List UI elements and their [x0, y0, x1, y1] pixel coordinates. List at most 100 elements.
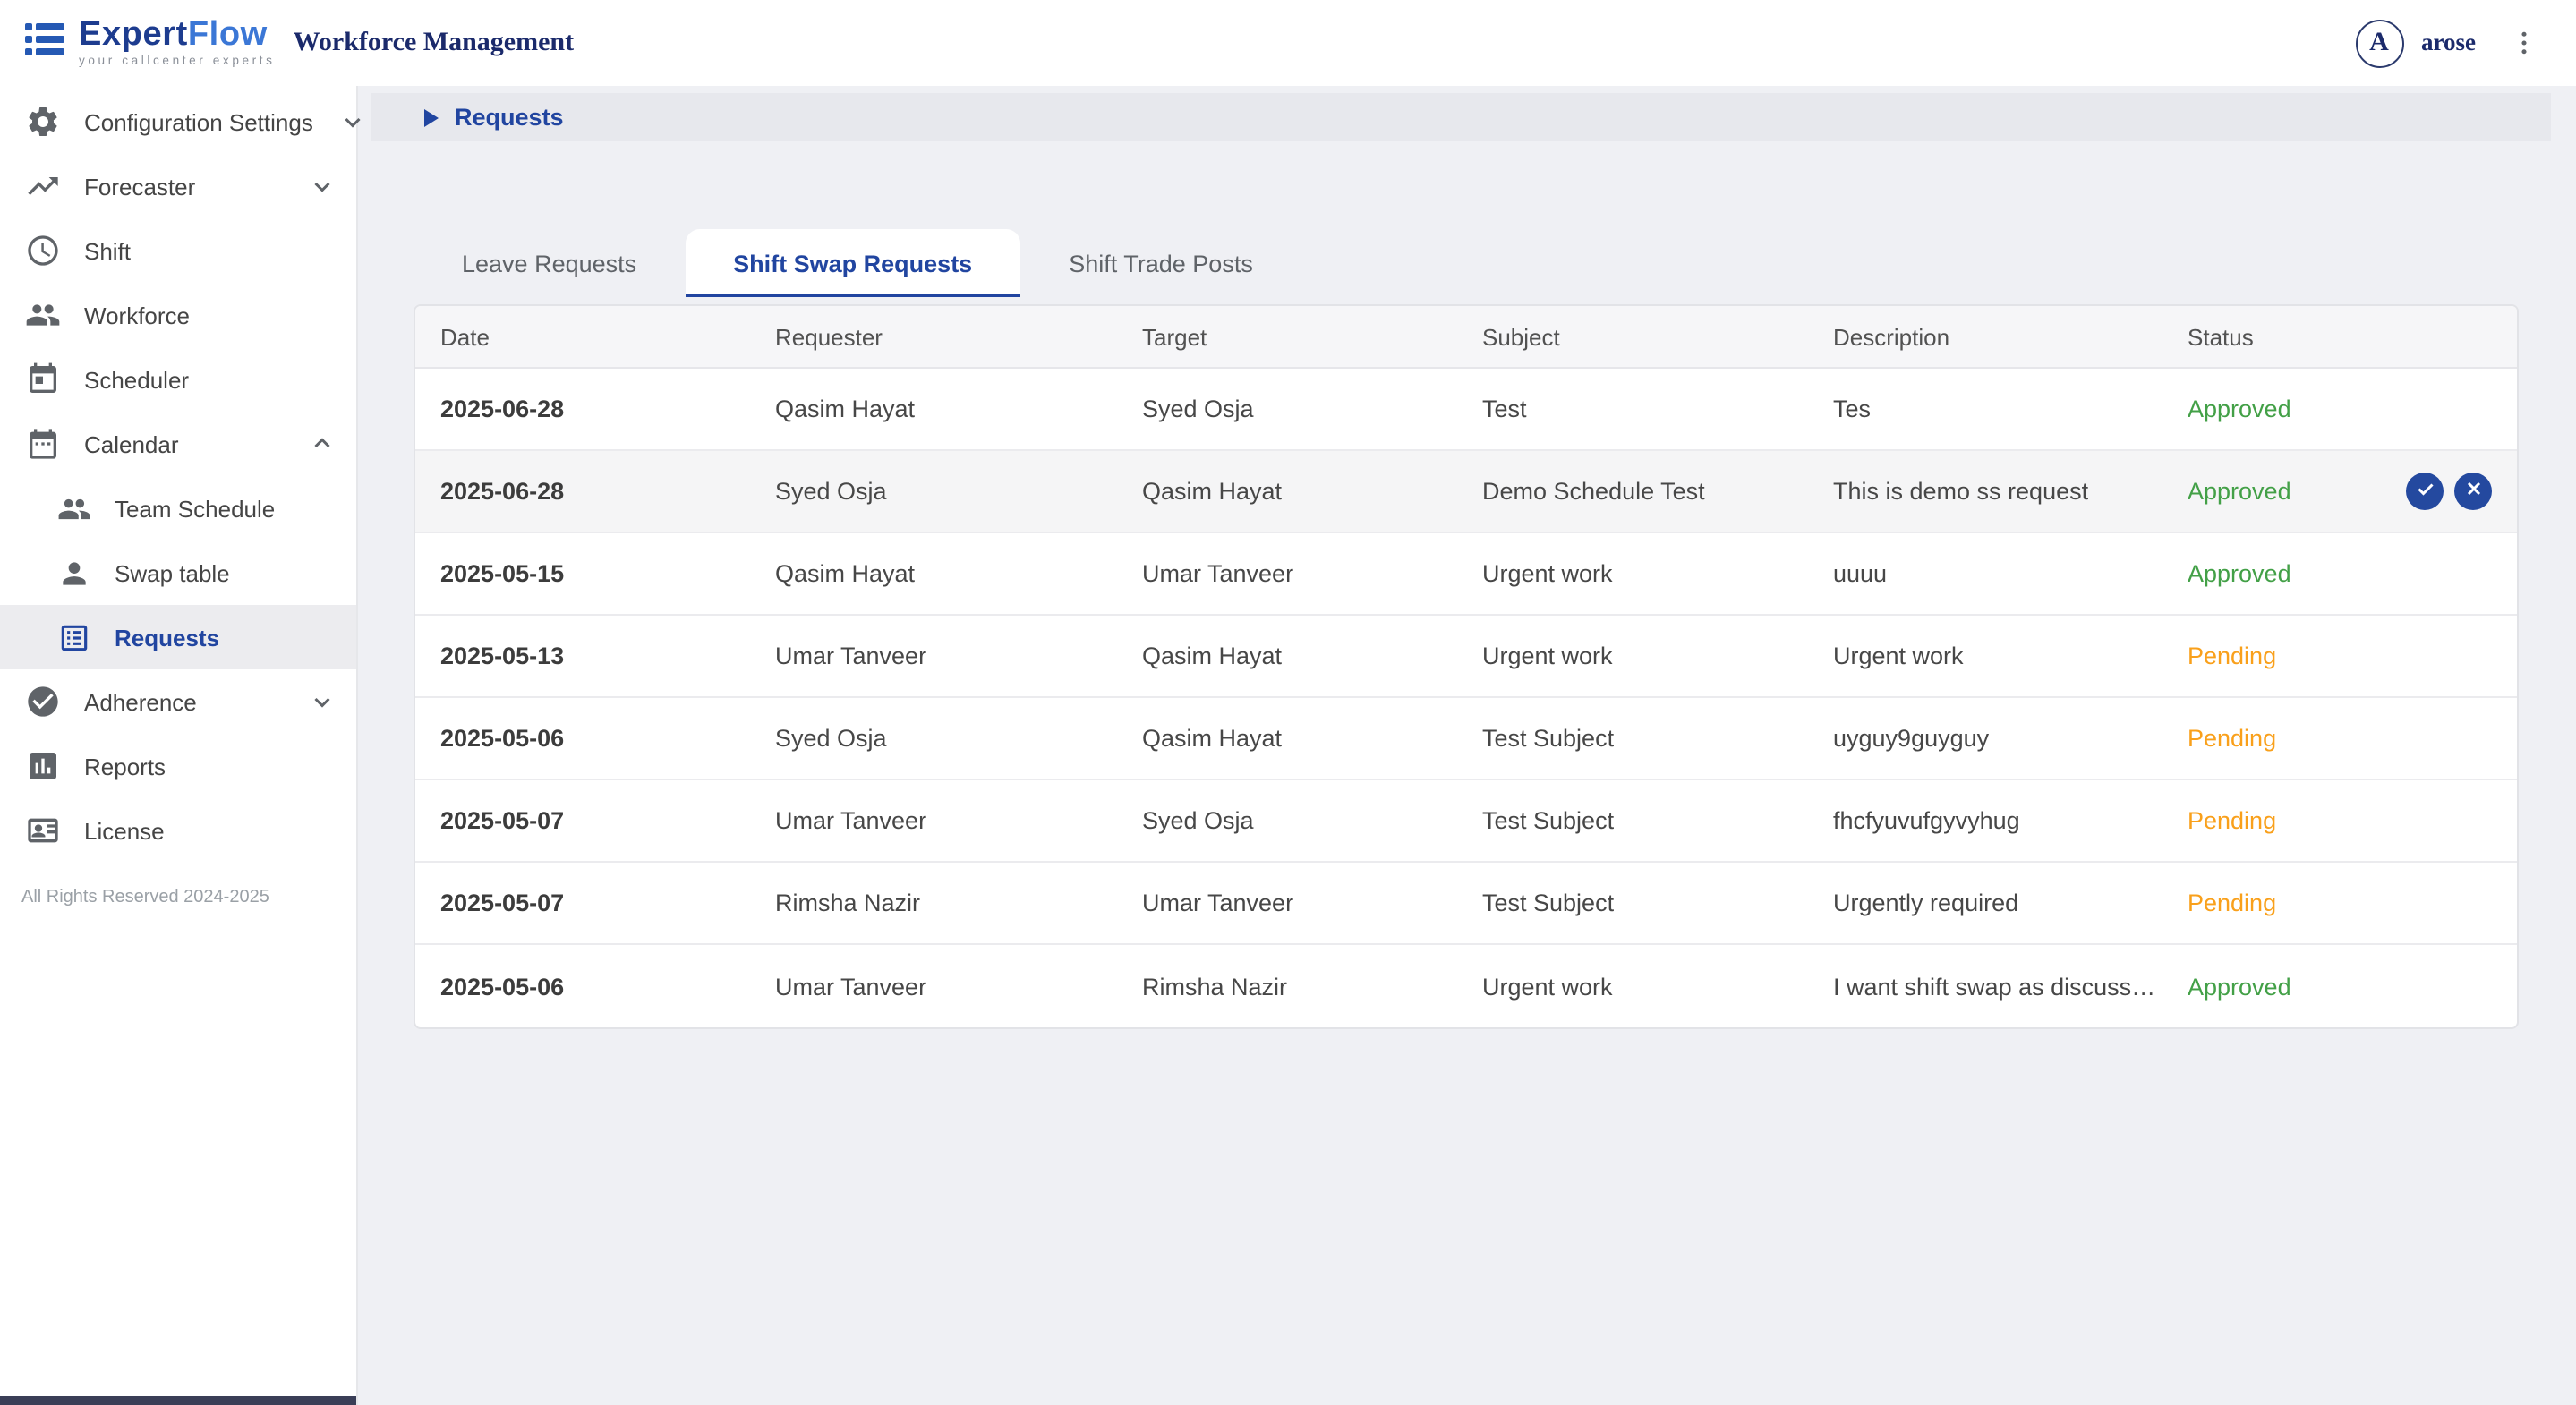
- tab-bar: Leave Requests Shift Swap Requests Shift…: [414, 229, 2576, 297]
- sidebar-item-adherence[interactable]: Adherence: [0, 669, 356, 734]
- bar-chart-icon: [25, 748, 61, 784]
- logo-tagline: your callcenter experts: [79, 55, 276, 68]
- status-text: Pending: [2188, 890, 2276, 916]
- copyright-text: All Rights Reserved 2024-2025: [0, 863, 356, 907]
- table-row[interactable]: 2025-05-13 Umar Tanveer Qasim Hayat Urge…: [415, 616, 2517, 698]
- sidebar-item-label: Forecaster: [84, 173, 195, 200]
- sidebar-item-label: Scheduler: [84, 366, 189, 393]
- sidebar-item-reports[interactable]: Reports: [0, 734, 356, 798]
- requester-cell: Rimsha Nazir: [750, 890, 1117, 916]
- sidebar-item-scheduler[interactable]: Scheduler: [0, 347, 356, 412]
- kebab-menu-icon[interactable]: [2504, 23, 2544, 63]
- table-row[interactable]: 2025-05-06 Syed Osja Qasim Hayat Test Su…: [415, 698, 2517, 780]
- tab-shift-trade-posts[interactable]: Shift Trade Posts: [1020, 229, 1301, 297]
- header-right: A arose: [2355, 19, 2544, 67]
- requester-cell: Umar Tanveer: [750, 807, 1117, 834]
- avatar-initial: A: [2369, 28, 2389, 58]
- target-cell: Qasim Hayat: [1117, 643, 1457, 669]
- column-header-description: Description: [1808, 323, 2162, 350]
- subject-cell: Test: [1457, 396, 1808, 422]
- sidebar-item-label: Adherence: [84, 688, 197, 715]
- sidebar-item-configuration-settings[interactable]: Configuration Settings: [0, 89, 356, 154]
- people-icon: [57, 491, 91, 525]
- date-cell: 2025-05-15: [415, 560, 750, 587]
- chevron-down-icon: [337, 106, 369, 138]
- date-range-icon: [25, 426, 61, 462]
- target-cell: Syed Osja: [1117, 396, 1457, 422]
- chevron-down-icon: [306, 170, 338, 202]
- date-cell: 2025-06-28: [415, 396, 750, 422]
- sidebar-item-label: Team Schedule: [115, 495, 275, 522]
- sidebar-item-label: License: [84, 817, 165, 844]
- sidebar-item-label: Configuration Settings: [84, 108, 313, 135]
- date-cell: 2025-05-06: [415, 725, 750, 752]
- date-cell: 2025-05-07: [415, 890, 750, 916]
- sidebar-item-label: Swap table: [115, 559, 230, 586]
- approve-request-button[interactable]: [2406, 473, 2444, 510]
- description-cell: uyguy9guyguy: [1808, 725, 2162, 752]
- status-text: Pending: [2188, 807, 2276, 834]
- sidebar-item-forecaster[interactable]: Forecaster: [0, 154, 356, 218]
- requester-cell: Qasim Hayat: [750, 560, 1117, 587]
- sidebar-item-shift[interactable]: Shift: [0, 218, 356, 283]
- subject-cell: Urgent work: [1457, 643, 1808, 669]
- table-row[interactable]: 2025-05-06 Umar Tanveer Rimsha Nazir Urg…: [415, 945, 2517, 1027]
- expertflow-logo-icon: [21, 15, 68, 71]
- sidebar-item-swap-table[interactable]: Swap table: [0, 541, 356, 605]
- column-header-status: Status: [2162, 323, 2517, 350]
- status-text: Approved: [2188, 478, 2291, 505]
- table-row[interactable]: 2025-05-07 Rimsha Nazir Umar Tanveer Tes…: [415, 863, 2517, 945]
- date-cell: 2025-06-28: [415, 478, 750, 505]
- date-cell: 2025-05-13: [415, 643, 750, 669]
- requester-cell: Syed Osja: [750, 725, 1117, 752]
- sidebar-item-license[interactable]: License: [0, 798, 356, 863]
- description-cell: Tes: [1808, 396, 2162, 422]
- table-header-row: Date Requester Target Subject Descriptio…: [415, 306, 2517, 369]
- sidebar-item-calendar[interactable]: Calendar: [0, 412, 356, 476]
- avatar[interactable]: A: [2355, 19, 2403, 67]
- sidebar-item-team-schedule[interactable]: Team Schedule: [0, 476, 356, 541]
- column-header-date: Date: [415, 323, 750, 350]
- people-icon: [25, 297, 61, 333]
- person-icon: [57, 556, 91, 590]
- reject-request-button[interactable]: [2454, 473, 2492, 510]
- status-cell: Pending: [2162, 890, 2517, 916]
- table-row[interactable]: 2025-06-28 Syed Osja Qasim Hayat Demo Sc…: [415, 451, 2517, 533]
- sidebar-item-label: Shift: [84, 237, 131, 264]
- expertflow-logo[interactable]: ExpertFlow your callcenter experts: [21, 15, 276, 71]
- sidebar-item-label: Reports: [84, 753, 166, 779]
- check-circle-icon: [25, 684, 61, 720]
- app-title: Workforce Management: [294, 28, 575, 58]
- date-cell: 2025-05-07: [415, 807, 750, 834]
- description-cell: uuuu: [1808, 560, 2162, 587]
- chevron-up-icon: [306, 428, 338, 460]
- table-row[interactable]: 2025-06-28 Qasim Hayat Syed Osja Test Te…: [415, 369, 2517, 451]
- column-header-target: Target: [1117, 323, 1457, 350]
- table-row[interactable]: 2025-05-07 Umar Tanveer Syed Osja Test S…: [415, 780, 2517, 863]
- tab-label: Shift Trade Posts: [1069, 250, 1253, 277]
- close-icon: [2462, 478, 2484, 505]
- column-header-requester: Requester: [750, 323, 1117, 350]
- subject-cell: Urgent work: [1457, 560, 1808, 587]
- gear-icon: [25, 104, 61, 140]
- description-cell: fhcfyuvufgyvyhug: [1808, 807, 2162, 834]
- date-cell: 2025-05-06: [415, 973, 750, 1000]
- breadcrumb[interactable]: Requests: [371, 93, 2551, 141]
- body-row: Configuration Settings Forecaster Shift: [0, 86, 2576, 1405]
- target-cell: Syed Osja: [1117, 807, 1457, 834]
- username: arose: [2421, 29, 2476, 57]
- trending-up-icon: [25, 168, 61, 204]
- requests-table: Date Requester Target Subject Descriptio…: [414, 304, 2519, 1029]
- status-cell: Approved: [2162, 396, 2517, 422]
- table-row[interactable]: 2025-05-15 Qasim Hayat Umar Tanveer Urge…: [415, 533, 2517, 616]
- sidebar-item-requests[interactable]: Requests: [0, 605, 356, 669]
- subject-cell: Test Subject: [1457, 725, 1808, 752]
- sidebar-scrollbar[interactable]: [0, 1396, 356, 1405]
- requester-cell: Syed Osja: [750, 478, 1117, 505]
- tab-leave-requests[interactable]: Leave Requests: [414, 229, 685, 297]
- status-cell: Pending: [2162, 643, 2517, 669]
- description-cell: Urgently required: [1808, 890, 2162, 916]
- sidebar-item-workforce[interactable]: Workforce: [0, 283, 356, 347]
- tab-shift-swap-requests[interactable]: Shift Swap Requests: [685, 229, 1020, 297]
- target-cell: Umar Tanveer: [1117, 560, 1457, 587]
